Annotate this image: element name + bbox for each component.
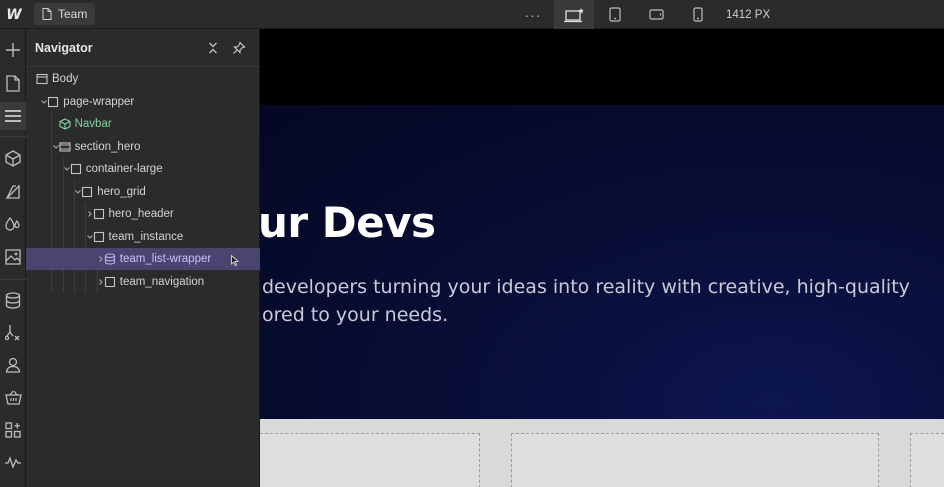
mobile-landscape-icon: [648, 9, 664, 20]
navigator-item-hero-header[interactable]: hero_header: [26, 203, 260, 225]
hero-heading[interactable]: ur Devs: [260, 198, 436, 247]
hero-subtext-line-2[interactable]: ored to your needs.: [262, 304, 448, 326]
components-icon[interactable]: [0, 144, 26, 172]
collection-icon: [104, 253, 115, 265]
box-icon: [93, 208, 104, 220]
breakpoint-tablet-button[interactable]: [601, 0, 629, 29]
navigator-item-team-instance[interactable]: team_instance: [26, 226, 260, 248]
navigator-item-label: team_list-wrapper: [119, 253, 212, 265]
navigator-item-label: team_instance: [108, 230, 184, 243]
logo-mark: W: [6, 6, 22, 23]
navigator-title: Navigator: [35, 41, 93, 55]
canvas-width-readout[interactable]: 1412 PX: [726, 0, 770, 29]
more-options-button[interactable]: ···: [520, 0, 546, 29]
box-icon: [48, 96, 59, 107]
pin-icon[interactable]: [232, 41, 246, 55]
team-cards-area[interactable]: [260, 419, 944, 487]
box-icon: [70, 163, 81, 175]
team-card-placeholder[interactable]: [260, 433, 480, 487]
navigator-item-body[interactable]: Body: [26, 68, 260, 90]
design-canvas[interactable]: ur Devs developers turning your ideas in…: [260, 29, 944, 487]
add-elements-icon[interactable]: [0, 36, 26, 64]
hero-subtext-line-1[interactable]: developers turning your ideas into reali…: [262, 276, 910, 298]
navigator-item-hero-grid[interactable]: hero_grid: [26, 181, 260, 203]
navigator-item-label: hero_grid: [97, 185, 146, 198]
ecommerce-icon[interactable]: [0, 383, 26, 411]
navigator-item-label: hero_header: [108, 208, 174, 220]
rail-divider: [0, 279, 26, 280]
style-selectors-icon[interactable]: [0, 177, 26, 205]
box-icon: [93, 231, 104, 242]
box-icon: [104, 276, 115, 287]
page-selector[interactable]: Team: [34, 3, 96, 25]
rail-divider: [0, 136, 26, 137]
top-bar: W Team ··· 1412 PX: [0, 0, 944, 29]
cms-icon[interactable]: [0, 286, 26, 314]
component-icon: [59, 118, 71, 130]
navigator-item-label: page-wrapper: [63, 95, 135, 108]
body-icon: [36, 73, 48, 85]
webflow-logo[interactable]: W: [0, 0, 26, 29]
page-name: Team: [58, 7, 88, 21]
navigator-item-navbar[interactable]: Navbar: [26, 113, 260, 135]
navigator-item-page-wrapper[interactable]: page-wrapper: [26, 91, 260, 113]
navigator-item-team-navigation[interactable]: team_navigation: [26, 271, 260, 293]
navigator-panel: Navigator Body page-wrapper Navbar section_…: [26, 29, 260, 487]
navigator-item-container-large[interactable]: container-large: [26, 158, 260, 180]
desktop-star-icon: [564, 7, 584, 22]
mouse-cursor-icon: [231, 255, 239, 266]
insights-icon[interactable]: [0, 448, 26, 476]
section-icon: [59, 141, 71, 152]
pages-icon[interactable]: [0, 69, 26, 97]
navigator-item-label: Body: [52, 73, 79, 85]
team-card-placeholder[interactable]: [910, 433, 944, 487]
breakpoint-portrait-button[interactable]: [684, 0, 712, 29]
variables-icon[interactable]: [0, 210, 26, 238]
box-icon: [82, 186, 93, 197]
collapse-all-icon[interactable]: [206, 41, 220, 55]
navigator-item-team-list-wrapper[interactable]: team_list-wrapper: [26, 248, 260, 270]
breakpoint-landscape-button[interactable]: [642, 0, 670, 29]
page-icon: [42, 8, 52, 20]
team-card-placeholder[interactable]: [511, 433, 879, 487]
canvas-width-label: 1412 PX: [726, 8, 771, 21]
navigator-item-label: team_navigation: [119, 275, 205, 288]
navigator-icon[interactable]: [0, 102, 26, 130]
logic-icon[interactable]: [0, 318, 26, 346]
hero-section[interactable]: ur Devs developers turning your ideas in…: [260, 105, 944, 419]
more-label: ···: [524, 6, 542, 23]
tablet-icon: [609, 7, 621, 22]
navigator-item-section-hero[interactable]: section_hero: [26, 136, 260, 158]
navigator-item-label: container-large: [85, 163, 163, 175]
left-toolbar: [0, 29, 26, 487]
apps-icon[interactable]: [0, 416, 26, 444]
navigator-item-label: Navbar: [74, 118, 112, 130]
assets-icon[interactable]: [0, 243, 26, 271]
navigator-item-label: section_hero: [74, 140, 141, 153]
users-icon[interactable]: [0, 351, 26, 379]
navigator-header: Navigator: [26, 29, 260, 67]
mobile-portrait-icon: [693, 7, 703, 22]
breakpoint-desktop-button[interactable]: [554, 0, 594, 29]
